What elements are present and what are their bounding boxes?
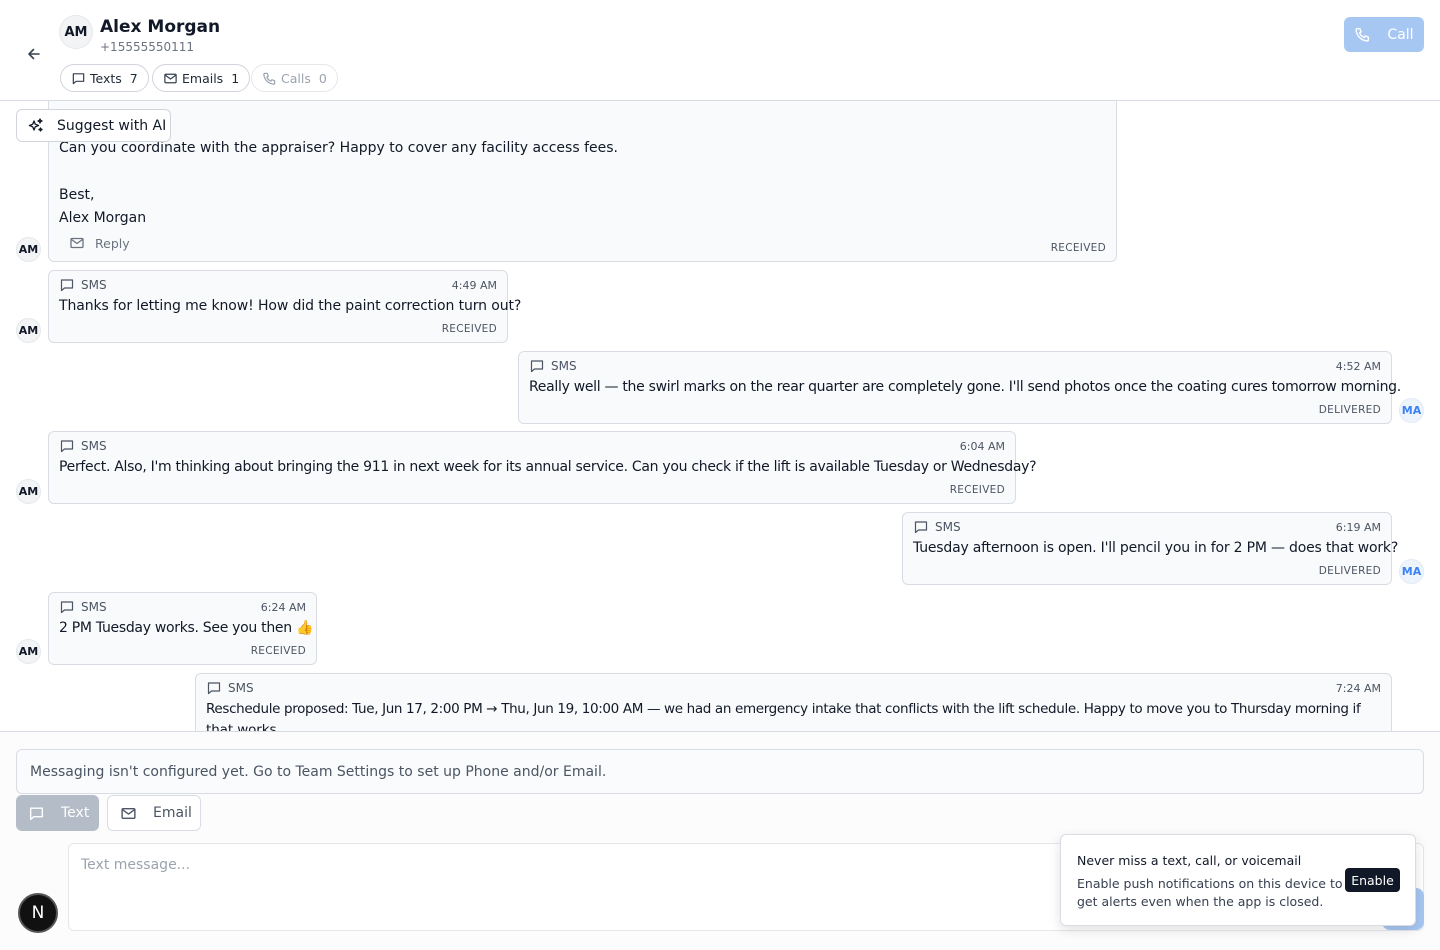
message-square-icon — [59, 599, 75, 615]
phone-icon — [262, 71, 277, 86]
message-bubble: SMS 6:04 AM Perfect. Also, I'm thinking … — [48, 431, 1037, 504]
message-status: RECEIVED — [250, 645, 306, 657]
email-line: Can you coordinate with the appraiser? H… — [59, 140, 618, 156]
message-text: Perfect. Also, I'm thinking about bringi… — [59, 459, 1037, 475]
message-bubble: SMS 6:24 AM 2 PM Tuesday works. See you … — [48, 592, 317, 665]
message-time: 7:24 AM — [1335, 682, 1381, 695]
message-text: Thanks for letting me know! How did the … — [59, 298, 522, 314]
message-square-icon — [206, 680, 222, 696]
dev-tools-badge[interactable]: N — [18, 893, 58, 933]
sender-avatar: AM — [16, 479, 41, 504]
channel-label: SMS — [81, 600, 107, 614]
my-avatar: MA — [1399, 559, 1424, 584]
call-button-label: Call — [1387, 26, 1414, 43]
mode-email-label: Email — [153, 805, 192, 821]
message-status: RECEIVED — [949, 484, 1005, 496]
message-square-icon — [59, 277, 75, 293]
message-square-icon — [59, 438, 75, 454]
message-time: 6:04 AM — [959, 440, 1005, 453]
message-channel: SMS — [529, 358, 577, 374]
message-time: 6:24 AM — [260, 601, 306, 614]
mail-icon — [69, 235, 85, 251]
channel-label: SMS — [551, 359, 577, 373]
reply-label: Reply — [95, 235, 130, 251]
message-time: 4:52 AM — [1335, 360, 1381, 373]
sender-avatar: AM — [16, 237, 41, 262]
message-text: Reschedule proposed: Tue, Jun 17, 2:00 P… — [206, 701, 1361, 717]
filter-texts-chip[interactable]: Texts 7 — [60, 64, 149, 92]
message-channel: SMS — [59, 277, 107, 293]
suggest-ai-button[interactable]: Suggest with AI — [16, 109, 171, 142]
message-status: DELIVERED — [1318, 404, 1381, 416]
my-avatar: MA — [1399, 398, 1424, 423]
filter-calls-chip[interactable]: Calls 0 — [251, 64, 338, 92]
enable-notifications-button[interactable]: Enable — [1345, 868, 1400, 892]
filter-emails-count: 1 — [231, 70, 240, 86]
filter-emails-chip[interactable]: Emails 1 — [152, 64, 251, 92]
message-channel: SMS — [59, 438, 107, 454]
toast-title: Never miss a text, call, or voicemail — [1077, 853, 1302, 868]
channel-label: SMS — [935, 520, 961, 534]
mode-text-button[interactable]: Text — [16, 795, 99, 831]
phone-icon — [1354, 26, 1371, 43]
call-button[interactable]: Call — [1344, 17, 1424, 52]
email-line: Alex Morgan — [59, 210, 147, 226]
message-status: RECEIVED — [441, 323, 497, 335]
conversation-header: AM Alex Morgan +15555550111 Texts 7 Emai… — [0, 0, 1440, 101]
contact-avatar: AM — [59, 15, 93, 49]
message-text: Really well — the swirl marks on the rea… — [529, 379, 1401, 395]
message-square-icon — [71, 71, 86, 86]
contact-name: Alex Morgan — [100, 17, 221, 37]
messaging-not-configured-notice: Messaging isn't configured yet. Go to Te… — [16, 749, 1424, 794]
message-thread[interactable]: Suggest with AI Can you coordinate with … — [0, 101, 1440, 731]
message-square-icon — [28, 805, 45, 822]
filter-calls-count: 0 — [318, 70, 327, 86]
sparkles-icon — [27, 117, 45, 135]
message-bubble: SMS 4:52 AM Really well — the swirl mark… — [518, 351, 1401, 424]
suggest-ai-label: Suggest with AI — [57, 117, 167, 134]
email-line: Best, — [59, 187, 95, 203]
filter-calls-label: Calls — [281, 70, 311, 86]
channel-label: SMS — [228, 681, 254, 695]
message-text-continued: that works. — [206, 722, 281, 731]
message-bubble: SMS 4:49 AM Thanks for letting me know! … — [48, 270, 521, 343]
message-channel: SMS — [913, 519, 961, 535]
push-notification-toast: Never miss a text, call, or voicemail En… — [1060, 834, 1416, 926]
message-time: 6:19 AM — [1335, 521, 1381, 534]
email-message-bubble: Can you coordinate with the appraiser? H… — [48, 101, 1117, 262]
message-status: RECEIVED — [1050, 242, 1106, 254]
message-status: DELIVERED — [1318, 565, 1381, 577]
channel-label: SMS — [81, 439, 107, 453]
message-bubble: SMS 6:19 AM Tuesday afternoon is open. I… — [902, 512, 1398, 585]
message-time: 4:49 AM — [451, 279, 497, 292]
back-arrow-icon[interactable] — [24, 44, 44, 64]
channel-label: SMS — [81, 278, 107, 292]
filter-texts-count: 7 — [129, 70, 138, 86]
message-channel: SMS — [59, 599, 107, 615]
message-square-icon — [529, 358, 545, 374]
mail-icon — [163, 71, 178, 86]
message-text: Tuesday afternoon is open. I'll pencil y… — [913, 540, 1399, 556]
mode-text-label: Text — [61, 805, 90, 821]
mode-email-button[interactable]: Email — [107, 795, 201, 831]
message-channel: SMS — [206, 680, 254, 696]
mail-icon — [120, 805, 137, 822]
toast-body: Enable push notifications on this device… — [1077, 876, 1343, 909]
sender-avatar: AM — [16, 318, 41, 343]
message-square-icon — [913, 519, 929, 535]
filter-emails-label: Emails — [182, 70, 224, 86]
message-bubble: SMS 7:24 AM Reschedule proposed: Tue, Ju… — [195, 673, 1392, 731]
message-text: 2 PM Tuesday works. See you then 👍 — [59, 620, 314, 636]
filter-texts-label: Texts — [90, 70, 122, 86]
contact-phone: +15555550111 — [100, 40, 195, 54]
reply-button[interactable]: Reply — [69, 235, 130, 251]
sender-avatar: AM — [16, 639, 41, 664]
